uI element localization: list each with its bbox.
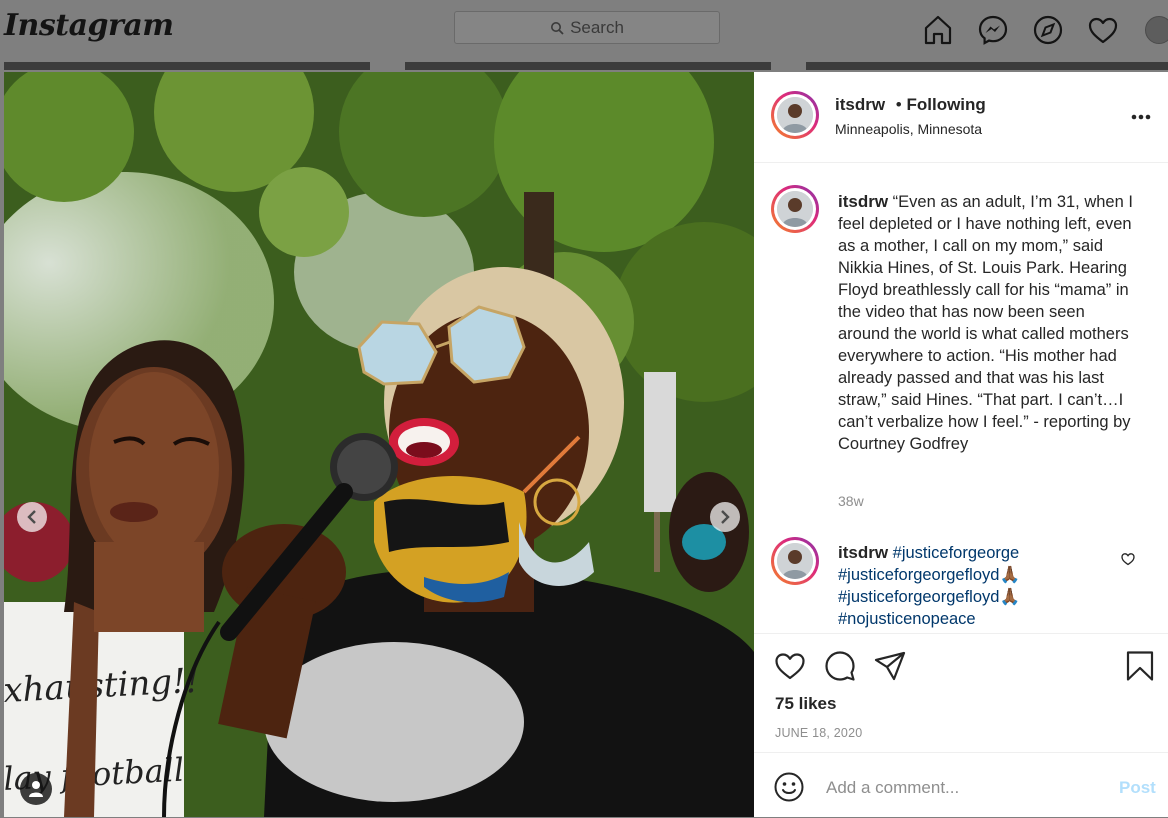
explore-icon[interactable] — [1032, 14, 1064, 46]
post-header: itsdrw • Following Minneapolis, Minnesot… — [754, 72, 1168, 163]
previous-photo-button[interactable] — [17, 502, 47, 532]
hashtag-comment: itsdrw #justiceforgeorge #justiceforgeor… — [838, 542, 1118, 630]
profile-avatar[interactable] — [1145, 16, 1168, 44]
chevron-right-icon — [721, 510, 730, 524]
hashtag-link[interactable]: #justiceforgeorge — [893, 544, 1020, 562]
add-comment-input[interactable] — [824, 773, 1108, 803]
search-box[interactable]: Search — [454, 11, 720, 44]
post-location[interactable]: Minneapolis, Minnesota — [835, 121, 982, 137]
instagram-logo[interactable]: Instagram — [4, 8, 174, 43]
search-placeholder: Search — [570, 17, 624, 37]
following-button[interactable]: Following — [906, 95, 985, 114]
top-navigation: Instagram Search — [0, 0, 1168, 58]
comment-author-avatar[interactable] — [771, 537, 819, 585]
post-caption: itsdrw “Even as an adult, I’m 31, when I… — [838, 191, 1138, 455]
user-tag-icon — [29, 781, 43, 797]
chevron-left-icon — [27, 510, 36, 524]
activity-heart-icon[interactable] — [1087, 14, 1119, 46]
home-icon[interactable] — [922, 14, 954, 46]
comment-like-heart-icon[interactable] — [1121, 552, 1135, 566]
follow-separator: • — [895, 95, 902, 114]
search-icon — [551, 21, 564, 35]
caption-timestamp[interactable]: 38w — [838, 493, 864, 509]
tagged-users-button[interactable] — [20, 773, 52, 805]
hashtag-link[interactable]: #nojusticenopeace — [838, 610, 976, 628]
background-post-strip — [4, 62, 370, 70]
next-photo-button[interactable] — [710, 502, 740, 532]
nav-icon-group — [922, 14, 1119, 46]
protest-photo-illustration: xhausting!! lay football — [4, 72, 754, 817]
share-paper-plane-icon[interactable] — [874, 650, 906, 682]
post-comment-button[interactable]: Post — [1119, 778, 1156, 798]
praying-hands-emoji: 🙏🏾 — [999, 566, 1020, 584]
author-avatar[interactable] — [771, 91, 819, 139]
comments-scroll-area[interactable]: itsdrw “Even as an adult, I’m 31, when I… — [754, 163, 1168, 633]
post-actions: 75 likes JUNE 18, 2020 — [754, 633, 1168, 754]
comment-username[interactable]: itsdrw — [838, 543, 888, 562]
hashtag-link[interactable]: #justiceforgeorgefloyd — [838, 588, 999, 606]
caption-text: “Even as an adult, I’m 31, when I feel d… — [838, 193, 1133, 453]
save-bookmark-icon[interactable] — [1124, 650, 1156, 682]
post-date[interactable]: JUNE 18, 2020 — [775, 726, 862, 740]
caption-author-avatar[interactable] — [771, 185, 819, 233]
praying-hands-emoji: 🙏🏾 — [999, 588, 1020, 606]
post-side-panel: itsdrw • Following Minneapolis, Minnesot… — [754, 72, 1168, 817]
emoji-smiley-icon[interactable] — [774, 772, 804, 802]
post-photo[interactable]: xhausting!! lay football — [4, 72, 754, 817]
caption-username[interactable]: itsdrw — [838, 192, 888, 211]
comment-composer: Post — [754, 752, 1168, 818]
more-options-icon[interactable] — [1130, 110, 1152, 122]
background-post-strip — [806, 62, 1168, 70]
likes-count[interactable]: 75 likes — [775, 694, 836, 714]
author-username[interactable]: itsdrw — [835, 95, 885, 114]
messenger-icon[interactable] — [977, 14, 1009, 46]
like-heart-icon[interactable] — [774, 650, 806, 682]
hashtag-link[interactable]: #justiceforgeorgefloyd — [838, 566, 999, 584]
background-post-strip — [405, 62, 771, 70]
comment-bubble-icon[interactable] — [824, 650, 856, 682]
